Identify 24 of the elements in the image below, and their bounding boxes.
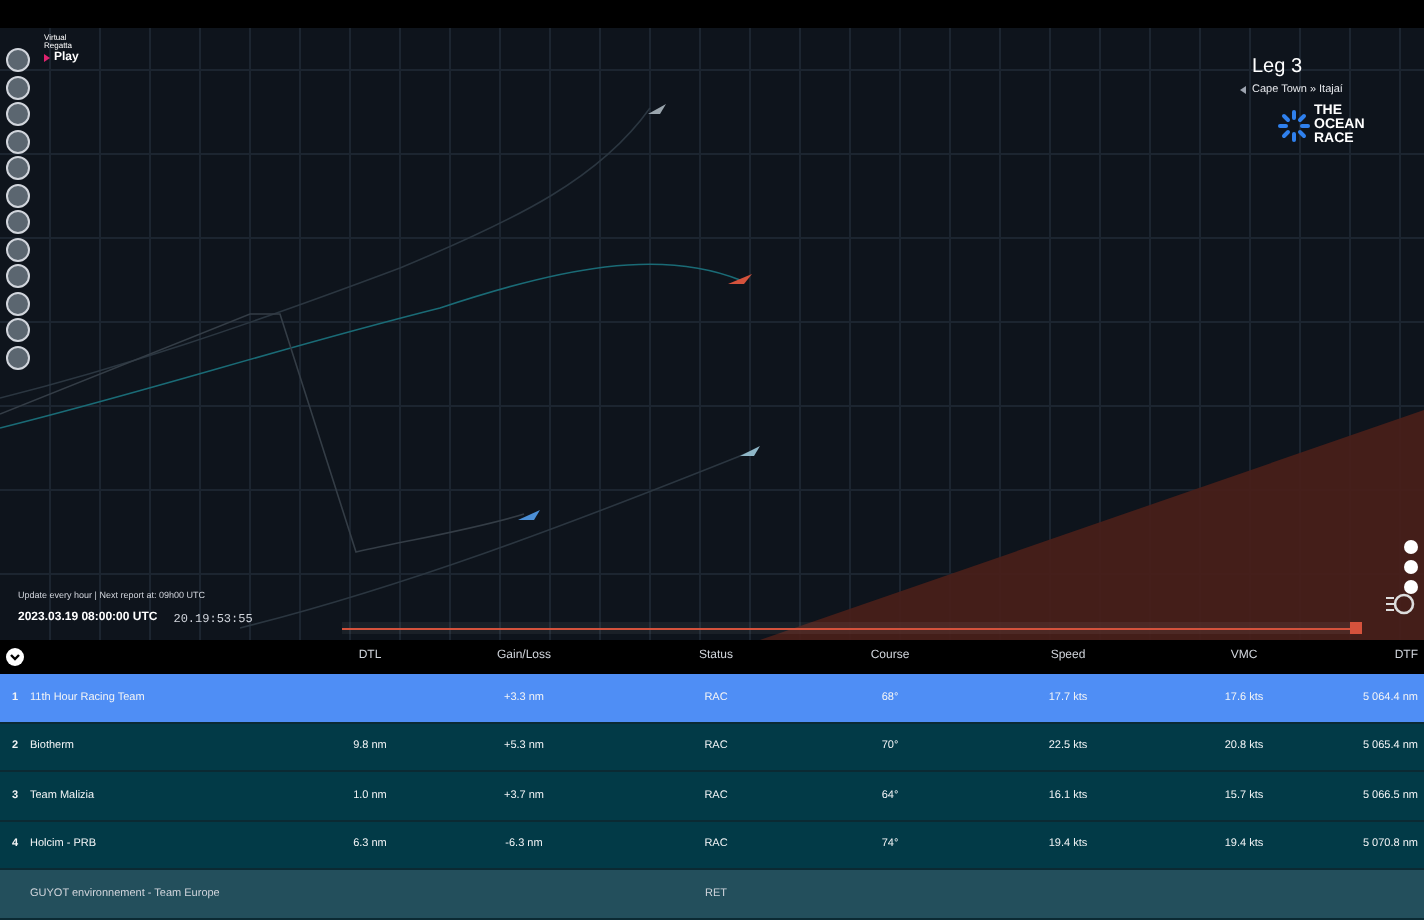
tool-icon[interactable] <box>6 129 30 153</box>
tool-icon[interactable] <box>6 210 30 234</box>
compass-icon[interactable] <box>1384 592 1416 616</box>
tool-icon[interactable] <box>6 156 30 180</box>
caret-icon <box>1240 85 1246 94</box>
tool-icon[interactable] <box>6 345 30 369</box>
chevron-down-icon[interactable] <box>6 648 24 666</box>
tool-icon[interactable] <box>6 264 30 288</box>
race-logo-icon <box>1278 109 1310 141</box>
timeline-track[interactable] <box>342 622 1362 634</box>
tool-icon[interactable] <box>6 48 30 72</box>
boat-icon <box>728 274 752 284</box>
boat-icon <box>518 510 540 520</box>
tool-icon[interactable] <box>6 75 30 99</box>
boat-icon <box>740 446 760 456</box>
boat-icon <box>648 104 666 114</box>
tool-icon[interactable] <box>6 102 30 126</box>
tool-icon[interactable] <box>6 291 30 315</box>
leg-title: Leg 3 <box>1252 56 1305 81</box>
play-icon <box>44 54 50 62</box>
timeline-handle[interactable] <box>1350 622 1362 634</box>
tool-icon[interactable] <box>6 183 30 207</box>
tool-icon[interactable] <box>6 237 30 261</box>
tool-icon[interactable] <box>6 318 30 342</box>
